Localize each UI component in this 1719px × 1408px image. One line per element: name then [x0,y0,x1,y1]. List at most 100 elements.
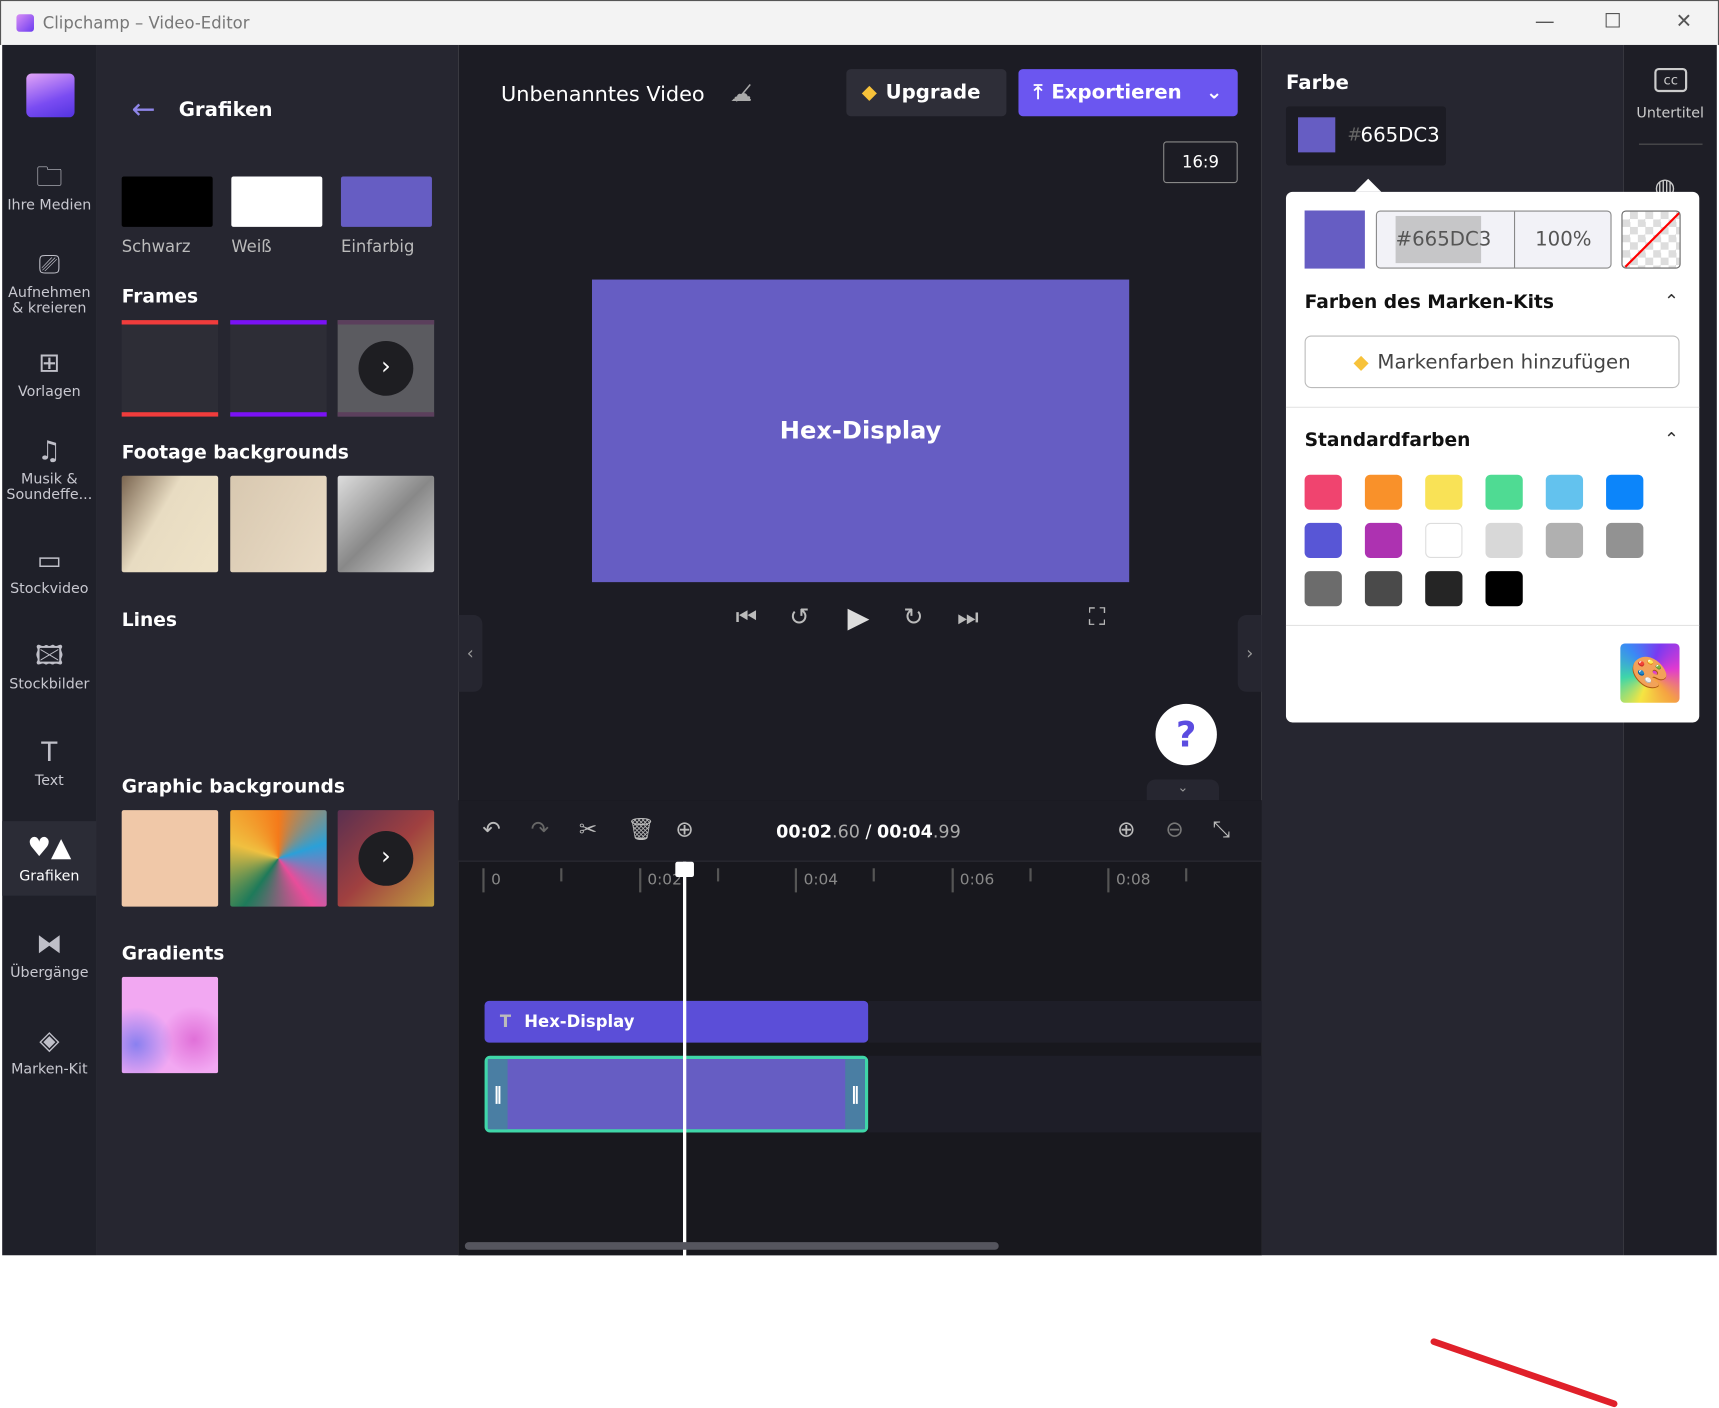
rail-item-ihre-medien[interactable]: 🗀 Ihre Medien [2,161,96,214]
forward-5-icon[interactable]: ↻ [903,604,923,631]
rail-item-übergänge[interactable]: ⧓ Übergänge [2,929,96,982]
section-graphic-backgrounds: Graphic backgrounds [121,776,345,799]
collapse-brand-icon[interactable]: ⌃ [1664,291,1679,312]
export-label: Exportieren [1051,81,1182,105]
transparent-color-button[interactable] [1621,210,1681,269]
frame-thumb[interactable] [230,320,327,417]
tick-major [638,868,641,893]
standard-color-swatch[interactable] [1545,474,1584,510]
footage-thumb[interactable] [337,475,435,573]
collapse-left-button[interactable]: ‹ [458,615,483,692]
section-gradients: Gradients [121,942,225,965]
tick-label: 0:06 [959,871,995,890]
add-media-icon[interactable]: ⊕ [675,816,693,842]
text-clip[interactable]: T Hex-Display [484,1000,869,1043]
graphics-more-button[interactable]: › [358,830,414,886]
collapse-standard-icon[interactable]: ⌃ [1664,429,1679,450]
opacity-input[interactable]: 100% [1515,212,1611,268]
frames-more-button[interactable]: › [358,340,414,396]
rail-item-aufnehmen-kreieren[interactable]: ⎚ Aufnehmen & kreieren [2,249,96,317]
section-frames: Frames [121,286,199,309]
aspect-ratio-button[interactable]: 16:9 [1163,141,1238,184]
graphic-thumb[interactable] [121,810,219,907]
zoom-out-icon[interactable]: ⊖ [1165,816,1183,842]
fullscreen-icon[interactable]: ⛶ [1089,604,1106,631]
standard-color-swatch[interactable] [1304,571,1342,607]
diamond-icon: ◆ [1353,350,1369,374]
app-logo-icon [16,14,34,32]
standard-color-swatch[interactable] [1485,522,1523,559]
standard-color-swatch[interactable] [1545,522,1584,559]
standard-color-swatch[interactable] [1364,474,1403,510]
standard-color-swatch[interactable] [1425,571,1463,607]
video-clip[interactable]: ‖ ‖ [484,1055,869,1133]
standard-color-swatch[interactable] [1606,474,1644,510]
standard-color-swatch[interactable] [1485,571,1523,607]
video-preview[interactable]: Hex-Display [592,279,1130,583]
brand-kit-heading: Farben des Marken-Kits [1304,291,1554,314]
graphic-thumb[interactable] [230,810,327,907]
timeline-toggle-button[interactable]: ⌄ [1146,779,1220,802]
rail-item-stockbilder[interactable]: 🖾 Stockbilder [2,640,96,693]
playhead-handle[interactable] [675,861,694,878]
subtitles-label[interactable]: Untertitel [1624,105,1717,121]
collapse-right-button[interactable]: › [1237,615,1262,692]
custom-color-palette-button[interactable]: 🎨 [1620,643,1680,703]
play-icon[interactable]: ▶ [847,602,869,635]
tick-major [1107,868,1110,893]
rewind-5-icon[interactable]: ↺ [789,604,809,631]
standard-color-swatch[interactable] [1364,522,1403,559]
frame-thumb[interactable] [121,320,219,417]
hex-input[interactable]: #665DC3 [1395,215,1491,264]
trim-handle-right[interactable]: ‖ [845,1059,865,1130]
solid-color-thumb[interactable] [121,176,213,227]
scissors-icon[interactable]: ✂ [579,816,597,842]
add-brand-colors-button[interactable]: ◆ Markenfarben hinzufügen [1304,335,1680,389]
fit-timeline-icon[interactable]: ⤡ [1213,816,1231,842]
text-clip-label: Hex-Display [524,1011,635,1032]
project-title[interactable]: Unbenanntes Video [501,82,705,106]
rail-item-musik-soundeffe-[interactable]: ♫ Musik & Soundeffe... [2,435,96,503]
standard-color-swatch[interactable] [1425,522,1463,559]
standard-color-swatch[interactable] [1425,474,1463,510]
trash-icon[interactable]: 🗑 [627,816,655,842]
close-button[interactable]: ✕ [1667,10,1700,33]
color-field[interactable]: # 665DC3 [1285,106,1447,166]
upgrade-button[interactable]: ◆ Upgrade [846,69,1007,117]
playhead[interactable] [682,861,687,1257]
standard-color-swatch[interactable] [1485,474,1523,510]
trim-handle-left[interactable]: ‖ [487,1059,508,1130]
cloud-off-icon: ☁̸ [730,80,753,107]
standard-color-swatch[interactable] [1304,522,1342,559]
rail-item-stockvideo[interactable]: ▭ Stockvideo [2,545,96,598]
rail-item-marken-kit[interactable]: ◈ Marken-Kit [2,1025,96,1078]
footage-thumb[interactable] [230,475,327,573]
rail-item-vorlagen[interactable]: ⊞ Vorlagen [2,348,96,401]
skip-end-icon[interactable]: ⏭ [957,604,979,631]
footage-thumb[interactable] [121,475,219,573]
maximize-button[interactable]: ☐ [1596,10,1629,33]
solid-color-thumb[interactable] [231,176,323,227]
title-bar: Clipchamp – Video-Editor — ☐ ✕ [0,0,1719,45]
zoom-in-icon[interactable]: ⊕ [1117,816,1135,842]
redo-icon[interactable]: ↷ [531,816,549,842]
solid-color-thumb[interactable] [340,176,432,227]
standard-color-swatch[interactable] [1606,522,1644,559]
minimize-button[interactable]: — [1528,10,1561,33]
help-button[interactable]: ? [1155,703,1217,766]
standard-color-swatch[interactable] [1364,571,1403,607]
export-button[interactable]: ⤒ Exportieren ⌄ [1018,69,1238,117]
skip-start-icon[interactable]: ⏮ [736,604,758,631]
tick-label: 0:08 [1116,871,1151,890]
standard-color-swatch[interactable] [1304,474,1342,510]
rail-item-text[interactable]: T Text [2,737,96,790]
undo-icon[interactable]: ↶ [482,816,500,842]
rail-item-label: Ihre Medien [7,197,92,214]
captions-icon[interactable]: cc [1654,67,1688,93]
upload-icon: ⤒ [1033,81,1043,105]
horizontal-scrollbar[interactable] [464,1242,999,1250]
back-arrow-icon[interactable]: ← [132,93,156,126]
color-input-group: #665DC3 100% [1375,210,1612,269]
rail-item-grafiken[interactable]: ♥▲ Grafiken [2,821,97,896]
gradient-thumb[interactable] [121,976,219,1074]
